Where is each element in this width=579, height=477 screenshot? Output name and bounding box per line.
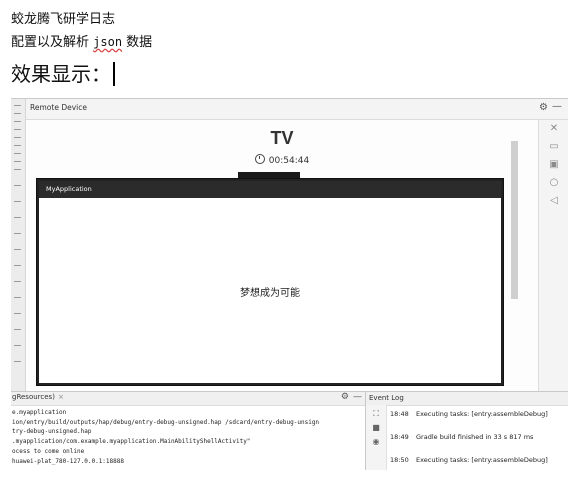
run-tab-label: gResources) — [12, 393, 55, 401]
document-title: 蛟龙腾飞研学日志 — [11, 12, 116, 27]
run-panel-header: gResources) × ⚙ — — [11, 392, 365, 406]
minimize-icon[interactable]: — — [353, 392, 362, 402]
event-time: 18:50 — [390, 456, 409, 464]
remote-device-panel: Remote Device ⚙ — TV 00:54:44 MyApplicat… — [26, 99, 568, 391]
timer-icon — [254, 154, 265, 164]
run-output: e.myapplication ion/entry/build/outputs/… — [12, 408, 364, 466]
trash-icon[interactable]: ■ — [371, 423, 381, 433]
event-message: Executing tasks: [entry:assembleDebug] — [416, 410, 548, 418]
event-message: Gradle build finished in 33 s 817 ms — [416, 433, 534, 441]
remote-device-header: Remote Device ⚙ — — [26, 99, 568, 120]
device-scrollbar[interactable] — [511, 141, 518, 299]
remote-device-title: Remote Device — [30, 103, 87, 112]
subtitle-suffix: 数据 — [122, 35, 153, 50]
settings-icon[interactable]: ◉ — [371, 437, 381, 447]
run-output-line: try-debug-unsigned.hap — [12, 428, 92, 436]
content-text: 梦想成为可能 — [240, 288, 300, 299]
subtitle-prefix: 配置以及解析 — [11, 35, 94, 50]
minimize-icon[interactable]: — — [552, 101, 562, 112]
device-name: TV — [270, 128, 294, 148]
app-title: MyApplication — [46, 185, 92, 193]
ide-screenshot: Remote Device ⚙ — TV 00:54:44 MyApplicat… — [11, 98, 568, 470]
app-content[interactable]: 梦想成为可能 — [39, 198, 501, 383]
event-row: 18:49 Gradle build finished in 33 s 817 … — [388, 428, 568, 451]
run-tab[interactable]: gResources) × — [12, 393, 64, 401]
run-output-line: huawei-plat_780-127.0.0.1:18888 — [12, 457, 124, 465]
run-output-line: ocess to come online — [12, 447, 85, 455]
run-panel: gResources) × ⚙ — e.myapplication ion/ent… — [11, 391, 365, 470]
event-time: 18:48 — [390, 410, 409, 418]
subtitle-json-word: json — [93, 35, 123, 49]
event-message: Executing tasks: [entry:assembleDebug] — [416, 456, 548, 464]
effect-heading-text: 效果显示： — [11, 62, 111, 86]
timer-value: 00:54:44 — [268, 156, 310, 166]
run-output-line: e.myapplication — [12, 409, 67, 416]
editor-gutter — [11, 99, 26, 391]
event-log-header: Event Log — [366, 392, 568, 406]
event-log-title: Event Log — [369, 394, 404, 402]
document-subtitle: 配置以及解析 json 数据 — [11, 34, 152, 51]
effect-heading[interactable]: 效果显示： — [11, 60, 115, 88]
run-output-line: ion/entry/build/outputs/hap/debug/entry-… — [12, 418, 320, 426]
event-time: 18:49 — [390, 433, 409, 441]
event-log-panel: Event Log ⛶ ■ ◉ 18:48 Executing tasks: [… — [365, 391, 568, 470]
text-cursor — [113, 62, 115, 86]
gear-icon[interactable]: ⚙ — [341, 392, 349, 402]
filter-icon[interactable]: ⛶ — [371, 409, 381, 419]
device-area: TV 00:54:44 MyApplication 梦想成为可能 — [26, 120, 538, 391]
session-timer: 00:54:44 — [26, 154, 538, 166]
device-toolbar: ✕ ▭ ▣ ○ ◁ — [538, 120, 568, 391]
run-output-line: .myapplication/com.example.myapplication… — [12, 438, 251, 446]
back-icon[interactable]: ◁ — [547, 194, 561, 208]
event-log-toolbar: ⛶ ■ ◉ — [366, 405, 387, 470]
circle-icon[interactable]: ○ — [547, 176, 561, 190]
gear-icon[interactable]: ⚙ — [539, 102, 548, 113]
device-screen-frame: MyApplication 梦想成为可能 — [36, 178, 504, 386]
recent-apps-icon[interactable]: ▣ — [547, 158, 561, 172]
app-title-bar: MyApplication — [39, 181, 501, 198]
event-row: 18:50 Executing tasks: [entry:assembleDe… — [388, 451, 568, 470]
event-log-list: 18:48 Executing tasks: [entry:assembleDe… — [388, 405, 568, 470]
close-icon[interactable]: × — [58, 393, 64, 401]
close-icon[interactable]: ✕ — [547, 122, 561, 136]
event-row: 18:48 Executing tasks: [entry:assembleDe… — [388, 405, 568, 428]
home-icon[interactable]: ▭ — [547, 140, 561, 154]
